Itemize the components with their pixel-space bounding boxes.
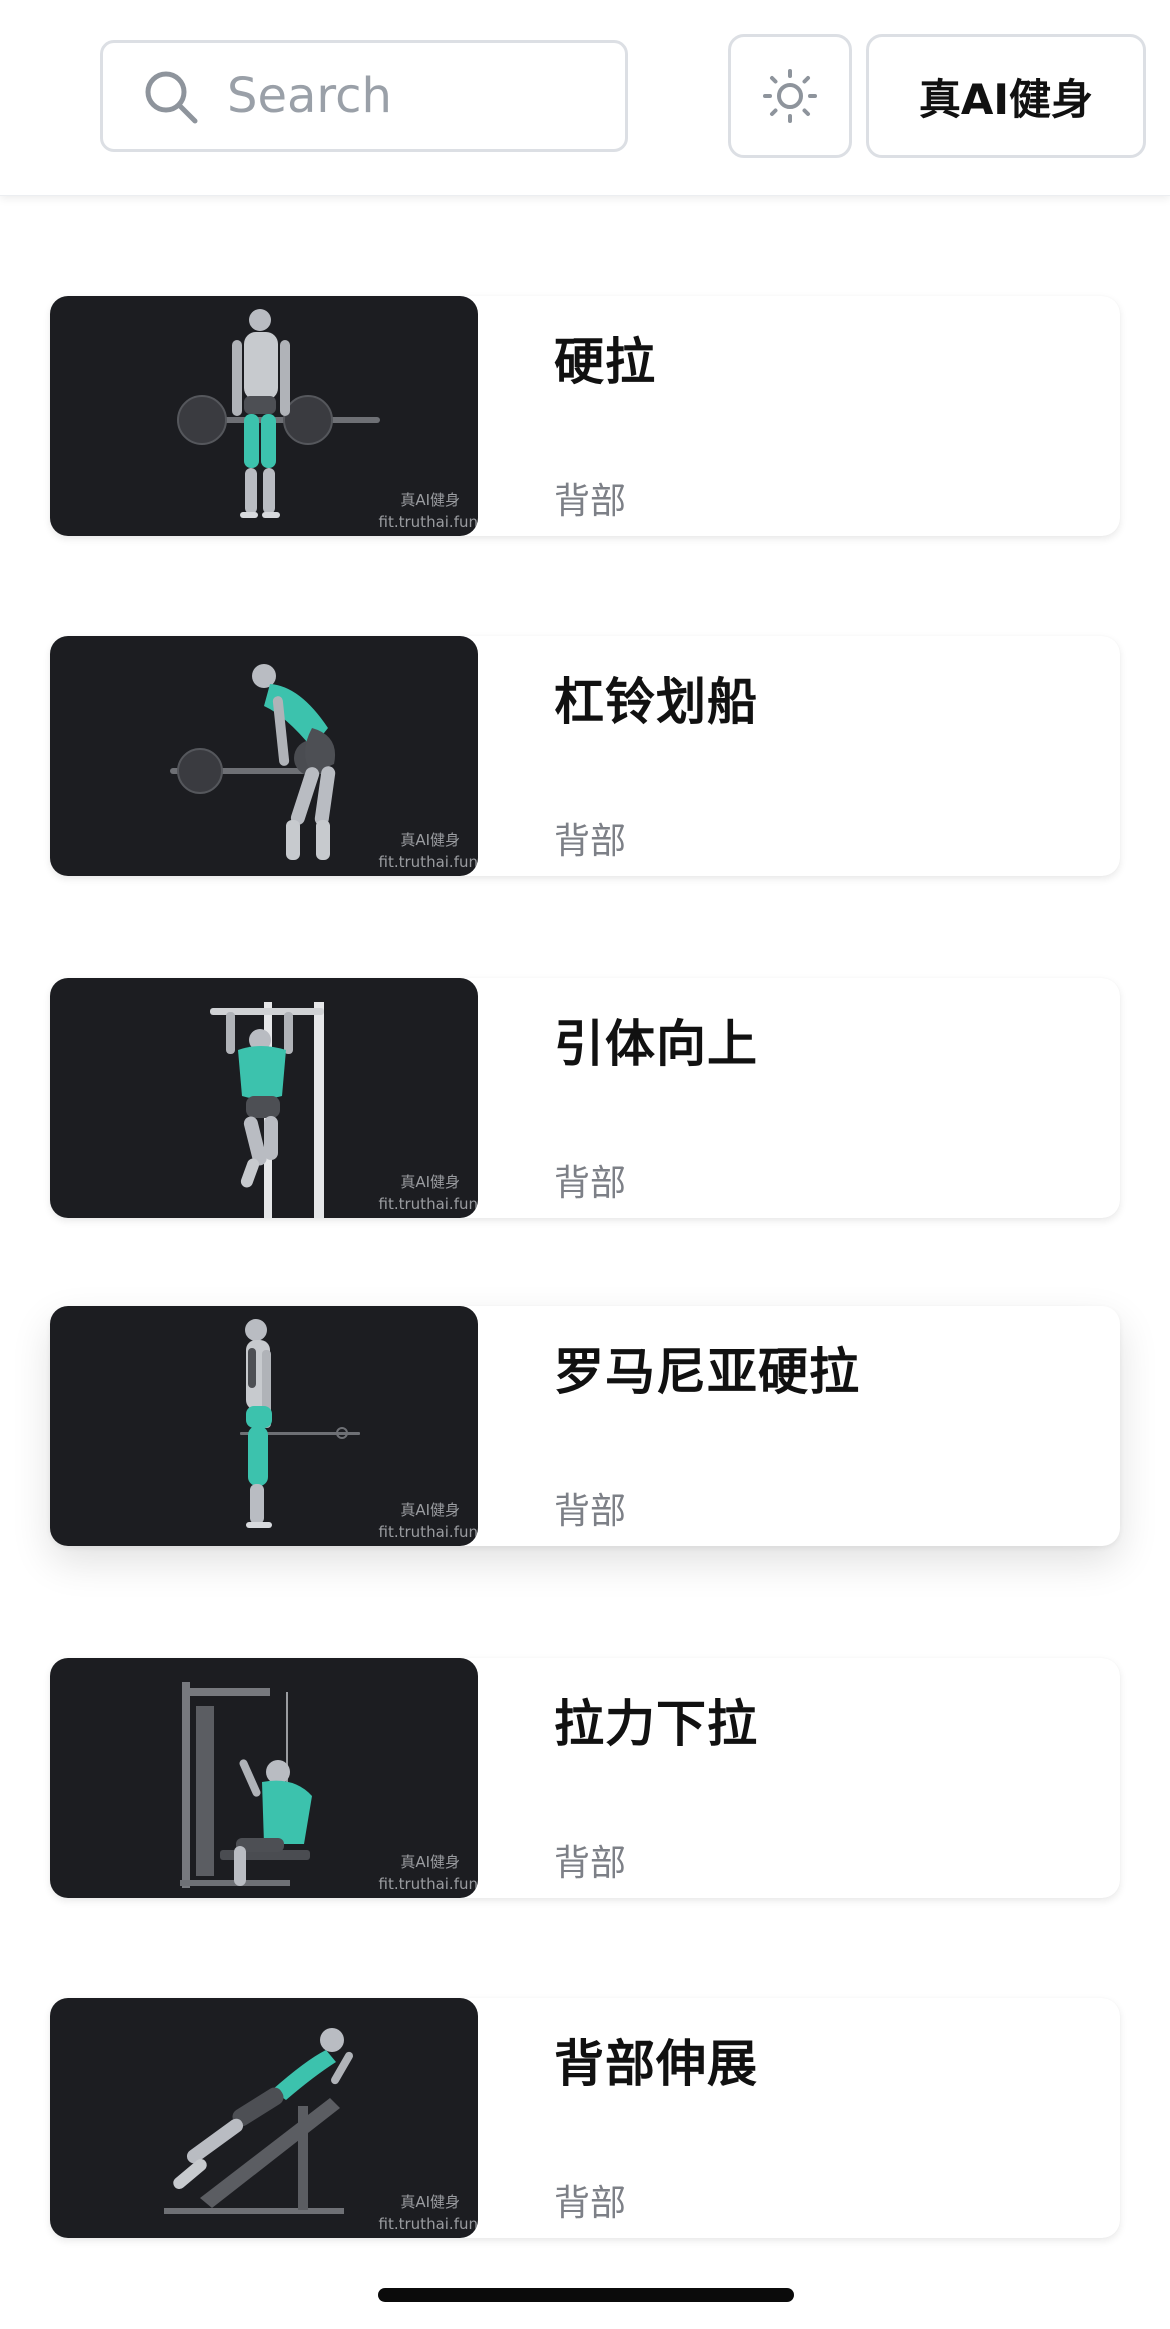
home-indicator[interactable] <box>378 2288 794 2302</box>
exercise-category: 背部 <box>554 1491 627 1532</box>
watermark-url: fit.truthai.fun <box>378 1523 478 1541</box>
exercise-card[interactable]: 真AI健身 fit.truthai.fun 背部伸展 背部 <box>50 1998 1120 2238</box>
exercise-thumbnail: 真AI健身 fit.truthai.fun <box>50 636 478 876</box>
watermark-brand: 真AI健身 <box>400 2193 460 2211</box>
exercise-card[interactable]: 真AI健身 fit.truthai.fun 杠铃划船 背部 <box>50 636 1120 876</box>
exercise-title: 引体向上 <box>554 1015 758 1073</box>
exercise-card[interactable]: 真AI健身 fit.truthai.fun 引体向上 背部 <box>50 978 1120 1218</box>
exercise-thumbnail: 真AI健身 fit.truthai.fun <box>50 1998 478 2238</box>
watermark-url: fit.truthai.fun <box>378 1875 478 1893</box>
exercise-title: 杠铃划船 <box>554 673 758 731</box>
exercise-thumbnail: 真AI健身 fit.truthai.fun <box>50 978 478 1218</box>
watermark-brand: 真AI健身 <box>400 831 460 849</box>
watermark-url: fit.truthai.fun <box>378 1195 478 1213</box>
exercise-category: 背部 <box>554 1163 627 1204</box>
exercise-card[interactable]: 真AI健身 fit.truthai.fun 罗马尼亚硬拉 背部 <box>50 1306 1120 1546</box>
exercise-category: 背部 <box>554 1843 627 1884</box>
watermark-url: fit.truthai.fun <box>378 853 478 871</box>
watermark-brand: 真AI健身 <box>400 1853 460 1871</box>
top-bar: 真AI健身 <box>0 0 1170 196</box>
search-box[interactable] <box>100 40 628 152</box>
exercise-thumbnail: 真AI健身 fit.truthai.fun <box>50 1306 478 1546</box>
exercise-title: 硬拉 <box>554 333 656 391</box>
sun-icon <box>763 69 817 123</box>
brand-button[interactable]: 真AI健身 <box>866 34 1146 158</box>
theme-toggle-button[interactable] <box>728 34 852 158</box>
watermark-url: fit.truthai.fun <box>378 2215 478 2233</box>
exercise-card[interactable]: 真AI健身 fit.truthai.fun 拉力下拉 背部 <box>50 1658 1120 1898</box>
exercise-thumbnail: 真AI健身 fit.truthai.fun <box>50 1658 478 1898</box>
exercise-card[interactable]: 真AI健身 fit.truthai.fun 硬拉 背部 <box>50 296 1120 536</box>
exercise-category: 背部 <box>554 481 627 522</box>
exercise-title: 背部伸展 <box>554 2035 758 2093</box>
exercise-title: 拉力下拉 <box>554 1695 758 1753</box>
watermark-brand: 真AI健身 <box>400 1501 460 1519</box>
watermark-brand: 真AI健身 <box>400 491 460 509</box>
search-icon <box>145 71 198 124</box>
exercise-title: 罗马尼亚硬拉 <box>554 1343 860 1401</box>
watermark-url: fit.truthai.fun <box>378 513 478 531</box>
exercise-thumbnail: 真AI健身 fit.truthai.fun <box>50 296 478 536</box>
watermark-brand: 真AI健身 <box>400 1173 460 1191</box>
exercise-category: 背部 <box>554 2183 627 2224</box>
search-input[interactable] <box>227 63 607 129</box>
exercise-category: 背部 <box>554 821 627 862</box>
